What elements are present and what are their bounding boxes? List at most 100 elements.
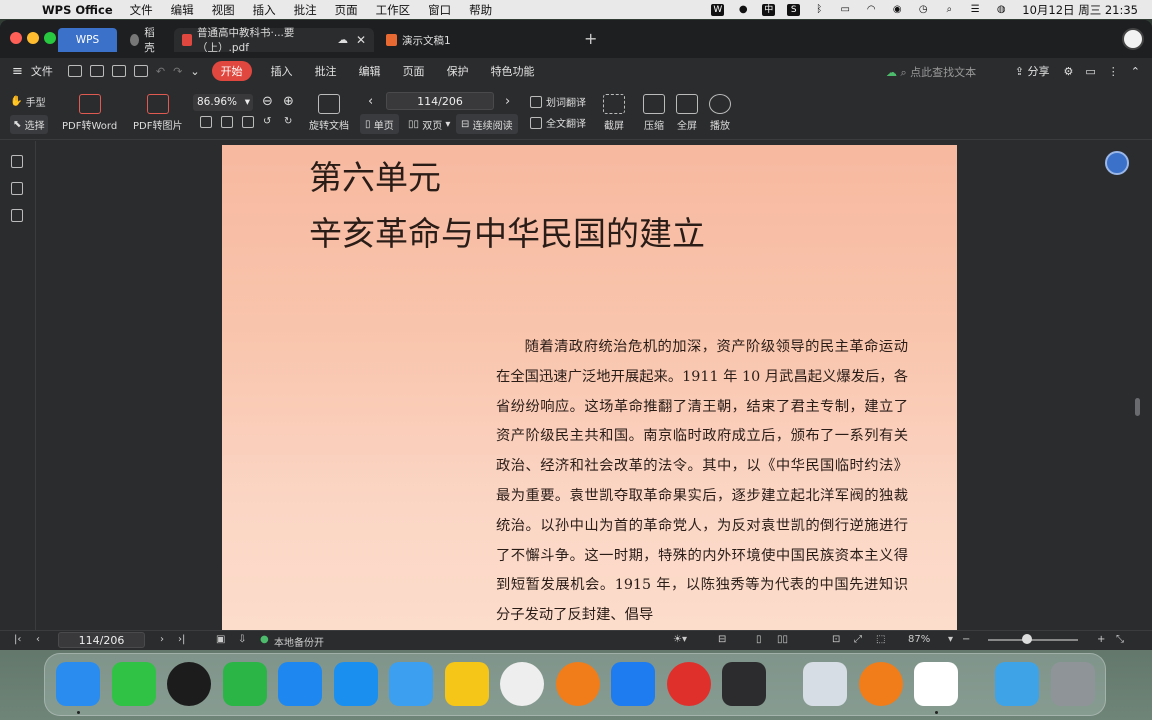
floating-tool-button[interactable] [1105, 151, 1129, 175]
search-field[interactable]: ☁ ⌕ 点此查找文本 [886, 64, 976, 80]
comment-icon[interactable]: ▭ [1085, 65, 1095, 78]
bluetooth-icon[interactable]: ᛒ [812, 4, 826, 16]
zoom-select[interactable]: 86.96% ▾ [193, 94, 253, 111]
vertical-scrollbar[interactable] [1135, 398, 1140, 416]
settings-icon[interactable]: ⚙ [1064, 65, 1074, 78]
feishu-icon[interactable] [611, 662, 655, 706]
double-view-icon[interactable]: ▯▯ [777, 634, 788, 645]
hamburger-icon[interactable]: ≡ [12, 64, 23, 79]
next-page-icon[interactable]: › [505, 94, 510, 109]
full-translate-button[interactable]: 全文翻译 [530, 115, 586, 130]
microphone-icon[interactable]: ● [736, 4, 750, 16]
avatar[interactable] [1122, 28, 1144, 50]
tab-docer[interactable]: 稻壳 [122, 27, 170, 54]
zoom-in-icon[interactable]: + [1097, 634, 1105, 645]
clock[interactable]: 10月12日 周三 21:35 [1022, 2, 1138, 18]
tab-start[interactable]: 开始 [211, 61, 252, 81]
zoom-level[interactable]: 87% [908, 634, 930, 645]
file-menu[interactable]: 文件 [31, 63, 53, 79]
save-icon[interactable] [89, 65, 104, 77]
zoom-in-icon[interactable]: ⊕ [283, 94, 294, 109]
single-page-button[interactable]: ▯ 单页 [360, 114, 399, 134]
downloads-folder-icon[interactable] [995, 662, 1039, 706]
actual-size-icon[interactable] [242, 116, 258, 128]
share-icon[interactable]: ⇪ 分享 [1015, 63, 1050, 79]
rotate-right-icon[interactable]: ↻ [284, 116, 292, 127]
menu-workspace[interactable]: 工作区 [376, 2, 411, 18]
hand-tool[interactable]: ✋ 手型 [10, 94, 46, 109]
annotation-list-icon[interactable] [11, 209, 23, 222]
tab-presentation[interactable]: 演示文稿1 [378, 28, 478, 52]
chevron-down-icon[interactable]: ⌄ [190, 65, 199, 78]
fullscreen-icon[interactable]: ⤡ [1116, 634, 1124, 645]
tab-wps-home[interactable]: WPS [58, 28, 117, 52]
safari-icon[interactable] [334, 662, 378, 706]
play-button[interactable]: 播放 [709, 94, 731, 132]
collapse-ribbon-icon[interactable]: ⌃ [1131, 65, 1140, 78]
compress-button[interactable]: 压缩 [643, 94, 665, 132]
export-icon[interactable]: ⇩ [238, 634, 246, 645]
document-viewport[interactable]: 第六单元 辛亥革命与中华民国的建立 随着清政府统治危机的加深，资产阶级领导的民主… [36, 141, 1143, 630]
first-page-icon[interactable]: |‹ [14, 634, 21, 645]
fit-icon[interactable]: ⊟ [718, 634, 726, 645]
tab-features[interactable]: 特色功能 [491, 63, 535, 79]
eye-protect-icon[interactable]: ☀▾ [673, 634, 687, 645]
actual-size-icon[interactable]: ⊡ [832, 634, 840, 645]
pdf-to-image-button[interactable]: PDF转图片 [133, 94, 182, 132]
firefox-icon[interactable] [556, 662, 600, 706]
netease-music-icon[interactable] [667, 662, 711, 706]
continuous-read-button[interactable]: ⊟ 连续阅读 [456, 114, 518, 134]
single-view-icon[interactable]: ▯ [756, 634, 762, 645]
input-method-icon[interactable]: 中 [762, 3, 776, 16]
tab-insert[interactable]: 插入 [271, 63, 293, 79]
zoom-out-icon[interactable]: − [962, 634, 970, 645]
word-translate-button[interactable]: 划词翻译 [530, 94, 586, 109]
double-page-button[interactable]: ▯▯ 双页 ▾ [403, 114, 455, 134]
prev-page-icon[interactable]: ‹ [36, 634, 40, 645]
finder-icon[interactable] [56, 662, 100, 706]
siri-icon[interactable]: ◍ [994, 4, 1008, 16]
zoom-window-icon[interactable] [44, 32, 56, 44]
rotate-left-icon[interactable]: ↺ [263, 116, 271, 127]
wifi-icon[interactable]: ◠ [864, 4, 878, 16]
trash-icon[interactable] [1051, 662, 1095, 706]
menu-page[interactable]: 页面 [335, 2, 358, 18]
facetime-icon[interactable] [112, 662, 156, 706]
print-preview-icon[interactable] [133, 65, 148, 77]
preview-icon[interactable] [803, 662, 847, 706]
tab-annotate[interactable]: 批注 [315, 63, 337, 79]
fit-page-icon[interactable] [200, 116, 216, 128]
menu-annotate[interactable]: 批注 [294, 2, 317, 18]
pdf-to-word-button[interactable]: PDF转Word [62, 94, 117, 132]
fit-page-icon[interactable]: ⬚ [876, 634, 885, 645]
status-page-input[interactable]: 114/206 [58, 632, 145, 648]
tab-page[interactable]: 页面 [403, 63, 425, 79]
firefox-dev-icon[interactable] [859, 662, 903, 706]
redo-icon[interactable]: ↷ [173, 65, 182, 78]
zoom-slider[interactable] [988, 639, 1078, 641]
kuaiyi-icon[interactable] [445, 662, 489, 706]
tab-edit[interactable]: 编辑 [359, 63, 381, 79]
backup-status[interactable]: 本地备份开 [274, 634, 324, 649]
s-app-icon[interactable]: S [787, 3, 801, 16]
page-number-input[interactable]: 114/206 [386, 92, 494, 110]
zoom-menu-icon[interactable]: ▾ [948, 634, 953, 645]
battery-icon[interactable]: ▭ [838, 4, 852, 16]
user-icon[interactable]: ◉ [890, 4, 904, 16]
menu-view[interactable]: 视图 [212, 2, 235, 18]
minimize-window-icon[interactable] [27, 32, 39, 44]
tab-protect[interactable]: 保护 [447, 63, 469, 79]
open-folder-icon[interactable] [67, 65, 82, 77]
app-menu[interactable]: WPS Office [42, 3, 113, 17]
print-icon[interactable] [111, 65, 126, 77]
zoom-out-icon[interactable]: ⊖ [262, 94, 273, 109]
undo-icon[interactable]: ↶ [156, 65, 165, 78]
fit-width-icon[interactable]: ⤢ [854, 634, 862, 645]
close-tab-icon[interactable]: ✕ [356, 33, 366, 47]
wps-tray-icon[interactable]: W [711, 3, 725, 16]
close-window-icon[interactable] [10, 32, 22, 44]
thumbnail-icon[interactable] [11, 182, 23, 195]
time-machine-icon[interactable]: ◷ [916, 4, 930, 16]
zoom-slider-handle[interactable] [1022, 634, 1032, 644]
fullscreen-button[interactable]: 全屏 [676, 94, 698, 132]
